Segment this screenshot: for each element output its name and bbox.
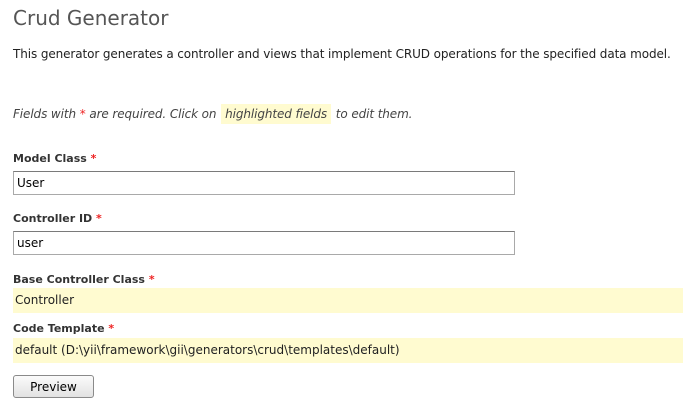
generator-description: This generator generates a controller an… xyxy=(13,47,671,61)
code-template-label: Code Template * xyxy=(13,322,114,335)
code-template-label-text: Code Template xyxy=(13,322,105,335)
base-controller-class-label: Base Controller Class * xyxy=(13,273,155,286)
code-template-field[interactable]: default (D:\yii\framework\gii\generators… xyxy=(13,338,683,363)
base-controller-class-label-text: Base Controller Class xyxy=(13,273,145,286)
highlighted-fields-sample: highlighted fields xyxy=(221,104,332,124)
controller-id-label-text: Controller ID xyxy=(13,212,93,225)
model-class-label-text: Model Class xyxy=(13,152,87,165)
required-asterisk: * xyxy=(96,212,102,225)
page-title: Crud Generator xyxy=(13,6,169,30)
controller-id-label: Controller ID * xyxy=(13,212,102,225)
note-prefix: Fields with xyxy=(13,107,80,121)
required-asterisk: * xyxy=(90,152,97,165)
note-suffix: to edit them. xyxy=(332,107,413,121)
preview-button[interactable]: Preview xyxy=(13,375,94,398)
model-class-label: Model Class * xyxy=(13,152,96,165)
required-asterisk: * xyxy=(108,322,115,335)
required-fields-note: Fields with * are required. Click on hig… xyxy=(13,102,412,126)
note-middle: are required. Click on xyxy=(85,107,221,121)
base-controller-class-field[interactable]: Controller xyxy=(13,288,683,313)
model-class-input[interactable] xyxy=(13,171,515,195)
required-asterisk: * xyxy=(148,273,155,286)
controller-id-input[interactable] xyxy=(13,231,515,255)
